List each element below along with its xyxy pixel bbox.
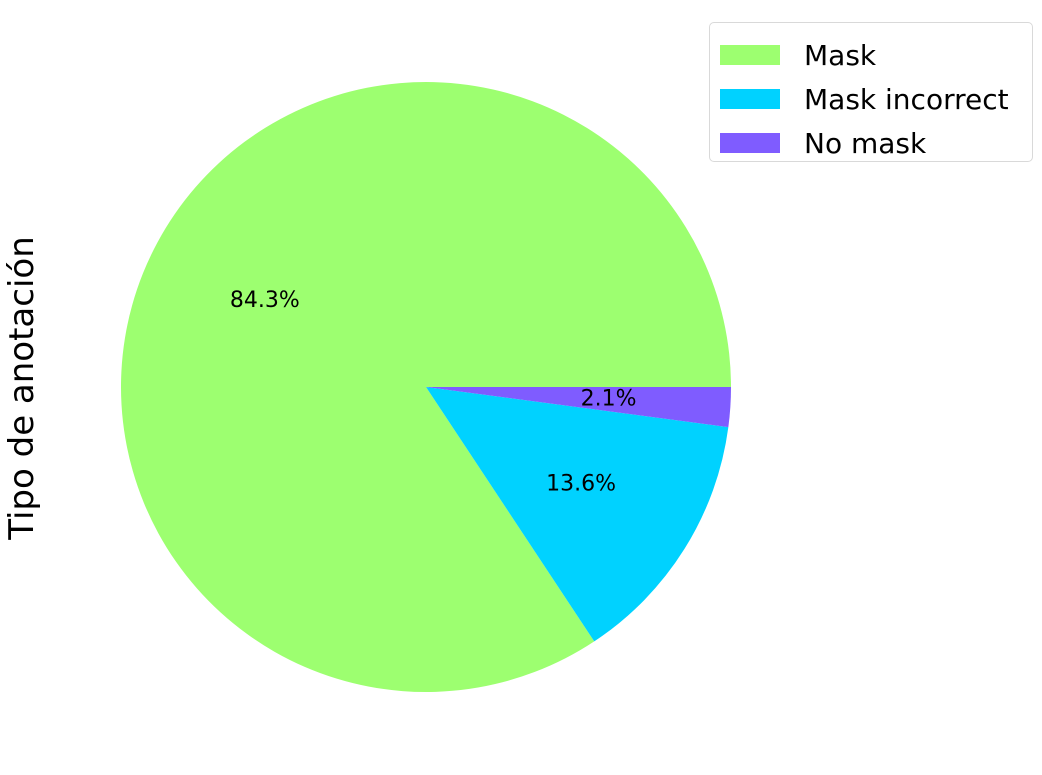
legend: Mask Mask incorrect No mask: [709, 22, 1033, 162]
legend-item-mask-incorrect: Mask incorrect: [720, 77, 1032, 121]
legend-label-mask: Mask: [804, 38, 877, 72]
legend-label-no-mask: No mask: [804, 126, 927, 160]
pie-label-mask: 84.3%: [230, 288, 300, 313]
legend-swatch-mask: [720, 45, 780, 65]
legend-label-mask-incorrect: Mask incorrect: [804, 82, 1009, 116]
legend-item-no-mask: No mask: [720, 121, 1032, 165]
pie-slices: [121, 81, 731, 692]
pie-label-no-mask: 2.1%: [581, 387, 637, 412]
legend-item-mask: Mask: [720, 33, 1032, 77]
legend-swatch-mask-incorrect: [720, 89, 780, 109]
y-axis-label: Tipo de anotación: [2, 236, 42, 541]
legend-swatch-no-mask: [720, 133, 780, 153]
pie-label-mask-incorrect: 13.6%: [546, 472, 616, 497]
